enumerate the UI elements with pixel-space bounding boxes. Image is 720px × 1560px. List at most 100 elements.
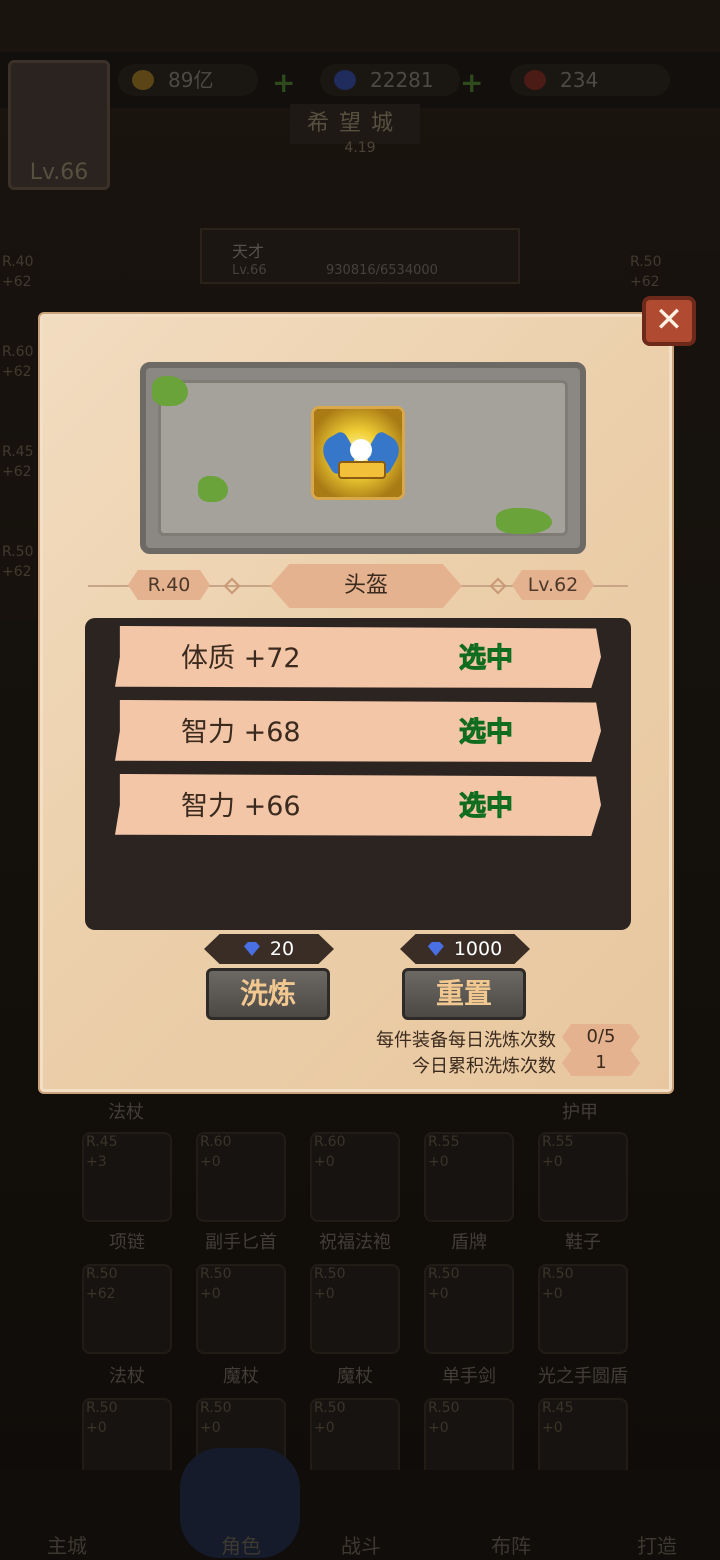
- gold-icon: [132, 70, 154, 90]
- tile-bonus: +0: [200, 1420, 221, 1436]
- daily-refine-label: 每件装备每日洗炼次数: [376, 1030, 556, 1051]
- nav-forge[interactable]: 打造: [612, 1530, 702, 1559]
- tile-name: 魔杖: [337, 1366, 373, 1387]
- diamond-counter: 22281: [320, 64, 460, 96]
- slot-bonus: +62: [630, 274, 660, 290]
- item-rarity: R.40: [128, 570, 210, 600]
- tile-rarity: R.50: [314, 1400, 346, 1416]
- player-exp: 930816/6534000: [326, 263, 438, 278]
- reset-cost: 1000: [400, 934, 530, 964]
- gold-value: 89亿: [168, 68, 214, 92]
- tile-bonus: +0: [428, 1154, 449, 1170]
- tile-rarity: R.50: [428, 1266, 460, 1282]
- nav-character[interactable]: 角色: [196, 1530, 286, 1559]
- helmet-band: [338, 461, 386, 479]
- plus-icon[interactable]: +: [460, 66, 483, 99]
- total-refine-value: 1: [562, 1050, 640, 1076]
- total-refine-label: 今日累积洗炼次数: [412, 1056, 556, 1077]
- nav-main-city[interactable]: 主城: [22, 1530, 112, 1559]
- slot-rarity: R.50: [630, 254, 662, 270]
- gold-counter: 89亿: [118, 64, 258, 96]
- tile-name: 祝福法袍: [319, 1232, 391, 1253]
- tile-rarity: R.50: [314, 1266, 346, 1282]
- gem-counter: 234: [510, 64, 670, 96]
- tile-bonus: +0: [542, 1286, 563, 1302]
- item-slot-name: 头盔: [270, 564, 462, 608]
- stat-row[interactable]: 智力 +66 选中: [115, 774, 601, 836]
- grid-header: 法杖: [108, 1102, 144, 1123]
- refine-dialog: ✕ R.40 头盔 Lv.62 体质 +72 选中 智力 +68 选中 智力 +…: [38, 296, 696, 1094]
- tile-rarity: R.45: [86, 1134, 118, 1150]
- avatar-level: Lv.66: [29, 160, 89, 185]
- plus-icon[interactable]: +: [272, 66, 295, 99]
- tile-bonus: +0: [542, 1420, 563, 1436]
- gem-icon: [524, 70, 546, 90]
- stat-selected[interactable]: 选中: [459, 710, 514, 749]
- slot-bonus: +62: [2, 464, 32, 480]
- tile-rarity: R.50: [86, 1400, 118, 1416]
- tile-name: 单手剑: [442, 1366, 496, 1387]
- helmet-icon[interactable]: [311, 406, 405, 500]
- slot-rarity: R.50: [2, 544, 34, 560]
- tile-rarity: R.50: [200, 1400, 232, 1416]
- helmet-gem: [350, 439, 372, 461]
- player-name: 天才: [232, 242, 265, 261]
- moss-decoration: [152, 376, 188, 406]
- tile-rarity: R.50: [200, 1266, 232, 1282]
- city-name: 希望城: [290, 104, 420, 144]
- tile-bonus: +0: [428, 1286, 449, 1302]
- stat-selected[interactable]: 选中: [459, 784, 514, 823]
- stat-row[interactable]: 智力 +68 选中: [115, 700, 601, 762]
- refine-cost: 20: [204, 934, 334, 964]
- diamond-icon: [334, 70, 356, 90]
- tile-bonus: +0: [200, 1154, 221, 1170]
- tile-bonus: +0: [86, 1420, 107, 1436]
- gem-value: 234: [560, 68, 599, 92]
- tile-rarity: R.45: [542, 1400, 574, 1416]
- city-number: 4.19: [344, 140, 376, 156]
- tile-rarity: R.50: [86, 1266, 118, 1282]
- diamond-cost-icon: [427, 942, 444, 956]
- stat-label: 智力 +66: [181, 791, 301, 822]
- tile-name: 魔杖: [223, 1366, 259, 1387]
- tile-rarity: R.50: [542, 1266, 574, 1282]
- moss-decoration: [198, 476, 228, 502]
- diamond-cost-icon: [243, 942, 260, 956]
- nav-formation[interactable]: 布阵: [466, 1530, 556, 1559]
- moss-decoration: [496, 508, 552, 534]
- tile-bonus: +3: [86, 1154, 107, 1170]
- stat-selected[interactable]: 选中: [459, 636, 514, 675]
- slot-rarity: R.60: [2, 344, 34, 360]
- slot-bonus: +62: [2, 364, 32, 380]
- grid-header: 护甲: [562, 1102, 598, 1123]
- tile-name: 光之手圆盾: [538, 1366, 628, 1387]
- item-level: Lv.62: [512, 570, 594, 600]
- stat-label: 智力 +68: [181, 717, 301, 748]
- diamond-value: 22281: [370, 68, 434, 92]
- tile-bonus: +0: [428, 1420, 449, 1436]
- refine-button[interactable]: 洗炼: [206, 968, 330, 1020]
- nav-battle[interactable]: 战斗: [316, 1530, 406, 1559]
- tile-name: 鞋子: [565, 1232, 601, 1253]
- tile-bonus: +0: [542, 1154, 563, 1170]
- tile-name: 盾牌: [451, 1232, 487, 1253]
- tile-rarity: R.55: [542, 1134, 574, 1150]
- stat-list: 体质 +72 选中 智力 +68 选中 智力 +66 选中: [85, 618, 631, 930]
- tile-name: 项链: [109, 1232, 145, 1253]
- slot-bonus: +62: [2, 564, 32, 580]
- stat-label: 体质 +72: [181, 643, 301, 674]
- tile-name: 法杖: [109, 1366, 145, 1387]
- slot-rarity: R.40: [2, 254, 34, 270]
- tile-bonus: +0: [314, 1154, 335, 1170]
- tile-rarity: R.50: [428, 1400, 460, 1416]
- slot-bonus: +62: [2, 274, 32, 290]
- tile-rarity: R.60: [314, 1134, 346, 1150]
- reset-button[interactable]: 重置: [402, 968, 526, 1020]
- daily-refine-value: 0/5: [562, 1024, 640, 1050]
- close-button[interactable]: ✕: [642, 296, 696, 346]
- tile-bonus: +0: [200, 1286, 221, 1302]
- stat-row[interactable]: 体质 +72 选中: [115, 626, 601, 688]
- tile-bonus: +62: [86, 1286, 116, 1302]
- player-level: Lv.66: [232, 263, 267, 278]
- refine-cost-value: 20: [269, 938, 295, 960]
